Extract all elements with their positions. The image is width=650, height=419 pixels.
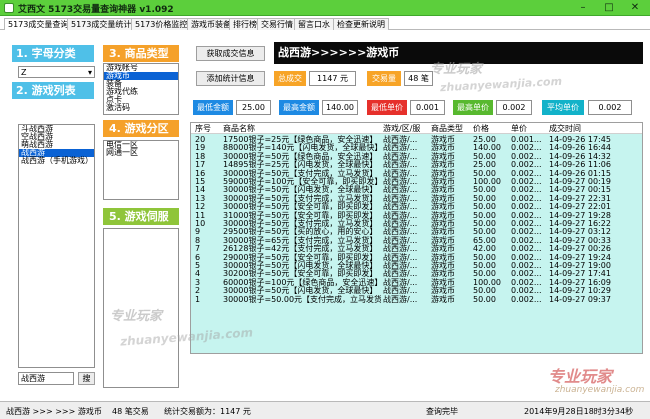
tab-market[interactable]: 交易行情 xyxy=(257,18,297,30)
region-option[interactable]: 网通一区 xyxy=(104,149,178,157)
table-row[interactable]: 16 30000银子=50元【支付完成，立马发货】 战西游/... 游戏币 50.00 0… xyxy=(191,169,642,178)
table-row[interactable]: 11 31000银子=50元【安全可靠，即买即发】 战西游/... 游戏币 50.00 0… xyxy=(191,211,642,220)
table-row[interactable]: 9 29500银子=50元【买的放心，用的安心】 战西游/... 游戏币 50.00 0.… xyxy=(191,227,642,236)
status-path: 战西游 >>> >>> 游戏币 xyxy=(6,407,102,416)
table-row[interactable]: 12 30000银子=50元【安全可靠，即买即发】 战西游/... 游戏币 50.00 0… xyxy=(191,202,642,211)
table-cell: 游戏币 xyxy=(431,294,455,304)
status-datetime: 2014年9月28日18时3分34秒 xyxy=(524,407,634,416)
status-query: 查询完毕 xyxy=(426,407,458,416)
total-label: 总成交 xyxy=(274,71,306,86)
server-heading: 5. 游戏伺服 xyxy=(103,208,179,225)
watermark-domain: zhuanyewanjia.com xyxy=(555,385,645,395)
max-price-value: 0.002 xyxy=(496,100,532,115)
region-heading: 4. 游戏分区 xyxy=(103,120,179,137)
table-cell: 14-09-27 09:37 xyxy=(549,294,611,304)
fetch-trades-button[interactable]: 获取成交信息 xyxy=(196,46,265,61)
table-row[interactable]: 18 30000银子=50元【绿色商品，安全迅速】 战西游/... 游戏币 50.00 0… xyxy=(191,152,642,161)
min-amount-value: 25.00 xyxy=(236,100,271,115)
max-amount-label: 最高金额 xyxy=(279,100,319,115)
status-total-amount: 统计交易额为：1147 元 xyxy=(164,407,251,416)
table-row[interactable]: 6 29000银子=50元【安全可靠，即买即发】 战西游/... 游戏币 50.00 0.… xyxy=(191,253,642,262)
status-bar: 战西游 >>> >>> 游戏币 48 笔交易 统计交易额为：1147 元 查询完… xyxy=(0,401,650,419)
item-type-heading: 3. 商品类型 xyxy=(103,45,179,62)
trade-table[interactable]: 序号 商品名称 游戏/区/服 商品类型 价格 单价 成交时间 20 17500银子… xyxy=(190,122,643,354)
item-type-list[interactable]: 游戏帐号 游戏币 装备 游戏代练 点卡 激活码 xyxy=(103,63,179,115)
min-price-label: 最低单价 xyxy=(367,100,407,115)
window-title: 艾西文 5173交易量查询神器 v1.092 xyxy=(18,5,174,15)
item-type-option[interactable]: 激活码 xyxy=(104,104,178,112)
letter-select[interactable]: Z ▾ xyxy=(18,66,95,78)
title-bar: 艾西文 5173交易量查询神器 v1.092 – □ ✕ xyxy=(0,0,650,16)
col-header-index[interactable]: 序号 xyxy=(195,124,211,133)
add-stats-button[interactable]: 添加统计信息 xyxy=(196,71,265,86)
table-row[interactable]: 20 17500银子=25元【绿色商品，安全迅速】 战西游/... 游戏币 25.00 0… xyxy=(191,135,642,144)
tab-currency-gear[interactable]: 游戏币装备 xyxy=(187,18,235,30)
volume-value: 48 笔 xyxy=(404,71,433,86)
min-price-value: 0.001 xyxy=(410,100,445,115)
game-list-heading: 2. 游戏列表 xyxy=(12,82,94,99)
table-cell: 战西游/... xyxy=(383,294,418,304)
min-amount-label: 最低金额 xyxy=(193,100,233,115)
table-cell: 30000银子=50.00元【支付完成，立马发货】 xyxy=(223,294,381,304)
total-value: 1147 元 xyxy=(309,71,356,86)
tab-price-monitor[interactable]: 5173价格监控 xyxy=(131,18,192,30)
selection-banner: 战西游>>>>>>游戏币 xyxy=(274,42,643,64)
table-row[interactable]: 7 26128银子=42元【支付完成，立马发货】 战西游/... 游戏币 42.00 0.… xyxy=(191,244,642,253)
col-header-trade-time[interactable]: 成交时间 xyxy=(549,124,581,133)
chevron-down-icon: ▾ xyxy=(87,68,92,77)
table-cell: 0.002... xyxy=(511,294,542,304)
col-header-game-server[interactable]: 游戏/区/服 xyxy=(383,124,420,133)
tab-update-notes[interactable]: 检查更新说明 xyxy=(333,18,389,30)
minimize-button[interactable]: – xyxy=(570,0,596,15)
col-header-item-name[interactable]: 商品名称 xyxy=(223,124,255,133)
table-row[interactable]: 8 30000银子=65元【支付完成，立马发货】 战西游/... 游戏币 65.00 0.… xyxy=(191,236,642,245)
table-row[interactable]: 4 30200银子=50元【安全可靠，即买即发】 战西游/... 游戏币 50.00 0.… xyxy=(191,269,642,278)
tab-trade-stats[interactable]: 5173成交量统计 xyxy=(67,18,136,30)
watermark-brand: 专业玩家 xyxy=(548,367,613,386)
avg-price-value: 0.002 xyxy=(588,100,632,115)
game-search-input[interactable]: 战西游 xyxy=(18,372,74,385)
search-button[interactable]: 搜 xyxy=(78,372,95,385)
region-list[interactable]: 电信一区 网通一区 xyxy=(103,140,179,200)
table-row[interactable]: 3 60000银子=100元【绿色商品，安全迅速】 战西游/... 游戏币 100.00… xyxy=(191,278,642,287)
table-row[interactable]: 2 30000银子=50元【闪电发货，全球最快】 战西游/... 游戏币 50.00 0.… xyxy=(191,286,642,295)
table-body: 20 17500银子=25元【绿色商品，安全迅速】 战西游/... 游戏币 25.00 0… xyxy=(191,134,642,353)
table-header: 序号 商品名称 游戏/区/服 商品类型 价格 单价 成交时间 xyxy=(191,123,642,134)
table-row[interactable]: 17 14895银子=25元【闪电发货，全球最快】 战西游/... 游戏币 25.00 0… xyxy=(191,160,642,169)
letter-select-value: Z xyxy=(21,68,27,77)
watermark-domain: zhuanyewanjia.com xyxy=(439,74,563,95)
app-icon xyxy=(4,3,14,13)
game-list-item[interactable]: 战西游（手机游戏） xyxy=(19,157,94,165)
table-row[interactable]: 1 30000银子=50.00元【支付完成，立马发货】 战西游/... 游戏币 50.0… xyxy=(191,294,642,304)
table-row[interactable]: 15 59000银子=100元【安全可靠，即买即发】 战西游/... 游戏币 100.0… xyxy=(191,177,642,186)
max-price-label: 最高单价 xyxy=(453,100,493,115)
game-list[interactable]: 斗战西游 空战西游 萌战西游 战西游 战西游（手机游戏） xyxy=(18,124,95,368)
max-amount-value: 140.00 xyxy=(322,100,358,115)
maximize-button[interactable]: □ xyxy=(596,0,622,15)
volume-label: 交易量 xyxy=(367,71,401,86)
col-header-unit-price[interactable]: 单价 xyxy=(511,124,527,133)
tab-trade-query[interactable]: 5173成交量查询 xyxy=(4,18,73,30)
server-list[interactable] xyxy=(103,228,179,388)
letter-category-heading: 1. 字母分类 xyxy=(12,45,94,62)
close-button[interactable]: ✕ xyxy=(622,0,648,15)
table-row[interactable]: 19 88000银子=140元【闪电发货，全球最快】 战西游/... 游戏币 140.0… xyxy=(191,143,642,152)
table-row[interactable]: 14 30000银子=50元【闪电发货，全球最快】 战西游/... 游戏币 50.00 0… xyxy=(191,185,642,194)
col-header-item-type[interactable]: 商品类型 xyxy=(431,124,463,133)
status-trade-count: 48 笔交易 xyxy=(112,407,149,416)
tab-bar: 5173成交量查询 5173成交量统计 5173价格监控 游戏币装备 排行榜 交… xyxy=(0,17,650,30)
avg-price-label: 平均单价 xyxy=(542,100,584,115)
table-row[interactable]: 5 30000银子=50元【闪电发货，全球最快】 战西游/... 游戏币 50.00 0.… xyxy=(191,261,642,270)
table-cell: 50.00 xyxy=(473,294,496,304)
table-row[interactable]: 10 30000银子=50元【支付完成，立马发货】 战西游/... 游戏币 50.00 0… xyxy=(191,219,642,228)
table-cell: 1 xyxy=(195,294,201,304)
table-row[interactable]: 13 30000银子=50元【支付完成，立马发货】 战西游/... 游戏币 50.00 0… xyxy=(191,194,642,203)
tab-messages[interactable]: 留言口水 xyxy=(294,18,334,30)
col-header-price[interactable]: 价格 xyxy=(473,124,489,133)
